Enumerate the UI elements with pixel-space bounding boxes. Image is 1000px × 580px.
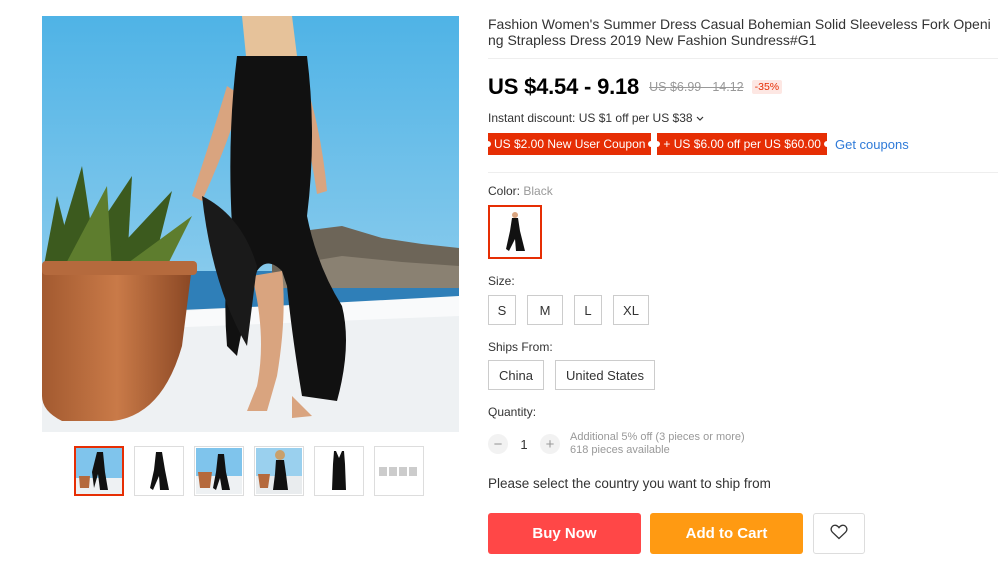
thumbnail-2[interactable] (134, 446, 184, 496)
quantity-value[interactable]: 1 (508, 437, 540, 452)
size-option-s[interactable]: S (488, 295, 516, 325)
coupon-row: US $2.00 New User Coupon + US $6.00 off … (484, 133, 909, 155)
buy-now-button[interactable]: Buy Now (488, 513, 641, 554)
thumbnail-strip (74, 446, 424, 496)
get-coupons-link[interactable]: Get coupons (835, 137, 909, 152)
price-row: US $4.54 - 9.18 US $6.99 - 14.12 -35% (488, 74, 783, 100)
color-selected-value: Black (523, 184, 553, 198)
product-photo (42, 16, 459, 432)
color-label-text: Color: (488, 184, 521, 198)
ships-from-united-states[interactable]: United States (554, 360, 656, 390)
ships-from-options: China United States (488, 360, 656, 390)
heart-icon (830, 524, 848, 544)
size-option-m[interactable]: M (527, 295, 563, 325)
current-price: US $4.54 - 9.18 (488, 74, 640, 99)
discount-badge: -35% (751, 80, 783, 94)
thumbnail-image (76, 448, 122, 494)
quantity-label: Quantity: (488, 405, 537, 419)
product-info: Fashion Women's Summer Dress Casual Bohe… (488, 16, 1000, 48)
ships-from-china[interactable]: China (488, 360, 544, 390)
store-coupon[interactable]: + US $6.00 off per US $60.00 (654, 133, 830, 155)
thumbnail-4[interactable] (254, 446, 304, 496)
ship-country-message: Please select the country you want to sh… (488, 476, 771, 491)
size-label: Size: (488, 274, 515, 288)
thumbnail-1[interactable] (74, 446, 124, 496)
quantity-decrease-button[interactable]: − (488, 434, 508, 454)
product-title: Fashion Women's Summer Dress Casual Bohe… (488, 16, 991, 48)
size-options: S M L XL (488, 295, 649, 325)
quantity-note: Additional 5% off (3 pieces or more) 618… (570, 431, 745, 457)
color-option-black[interactable] (488, 205, 542, 259)
add-to-cart-button[interactable]: Add to Cart (650, 513, 803, 554)
quantity-stepper: − 1 + Additional 5% off (3 pieces or mor… (488, 431, 745, 457)
thumbnail-3[interactable] (194, 446, 244, 496)
original-price: US $6.99 - 14.12 (649, 80, 744, 94)
thumbnail-image (196, 448, 242, 494)
instant-discount[interactable]: Instant discount: US $1 off per US $38 (488, 111, 704, 125)
bulk-discount-note: Additional 5% off (3 pieces or more) (570, 431, 745, 443)
new-user-coupon[interactable]: US $2.00 New User Coupon (484, 133, 655, 155)
thumbnail-6[interactable] (374, 446, 424, 496)
thumbnail-image (256, 448, 302, 494)
size-option-l[interactable]: L (574, 295, 602, 325)
color-label: Color: Black (488, 184, 553, 198)
thumbnail-image (376, 448, 422, 494)
ships-from-label: Ships From: (488, 340, 553, 354)
instant-discount-text: Instant discount: US $1 off per US $38 (488, 111, 693, 125)
stock-available: 618 pieces available (570, 444, 670, 456)
size-option-xl[interactable]: XL (613, 295, 649, 325)
action-buttons: Buy Now Add to Cart (488, 513, 865, 554)
thumbnail-image (316, 448, 362, 494)
divider (488, 172, 998, 173)
divider (488, 58, 998, 59)
thumbnail-5[interactable] (314, 446, 364, 496)
main-product-image[interactable] (42, 16, 459, 432)
quantity-increase-button[interactable]: + (540, 434, 560, 454)
color-swatch-image (495, 209, 535, 255)
thumbnail-image (136, 448, 182, 494)
chevron-down-icon (696, 111, 704, 125)
wishlist-button[interactable] (813, 513, 865, 554)
